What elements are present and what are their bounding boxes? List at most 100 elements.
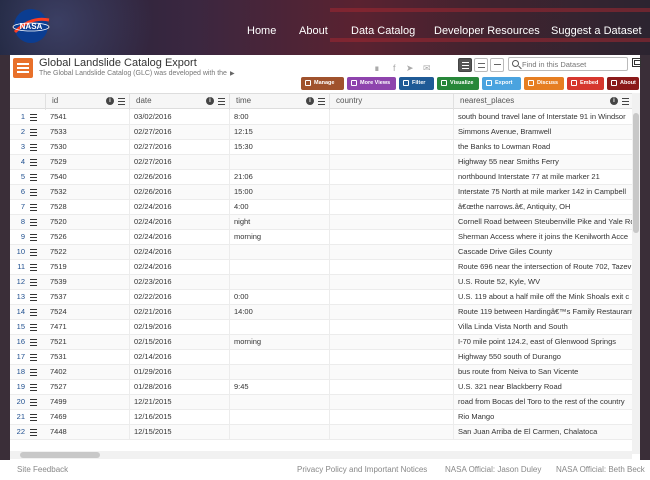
row-menu-icon[interactable] — [30, 204, 40, 211]
table-row[interactable]: 13 7537 02/22/2016 0:00 U.S. 119 about a hal… — [10, 290, 640, 305]
column-menu-icon[interactable] — [218, 98, 225, 105]
row-menu-icon[interactable] — [30, 324, 40, 331]
table-cell[interactable]: U.S. 321 near Blackberry Road — [454, 380, 634, 395]
table-cell[interactable] — [330, 365, 454, 380]
table-cell[interactable] — [230, 275, 330, 290]
table-row[interactable]: 3 7530 02/27/2016 15:30 the Banks to Lowman … — [10, 140, 640, 155]
row-menu-icon[interactable] — [30, 159, 40, 166]
table-cell[interactable]: U.S. 119 about a half mile off the Mink … — [454, 290, 634, 305]
nav-data-catalog[interactable]: Data Catalog — [351, 25, 415, 37]
table-row[interactable]: 17 7531 02/14/2016 Highway 550 south of Dur… — [10, 350, 640, 365]
more-views-button[interactable]: More Views — [347, 77, 396, 90]
table-row[interactable]: 14 7524 02/21/2016 14:00 Route 119 between H… — [10, 305, 640, 320]
table-row[interactable]: 21746912/16/2015Rio Mangola — [10, 410, 640, 425]
dataset-subtitle[interactable]: The Global Landslide Catalog (GLC) was d… — [39, 70, 235, 77]
table-cell[interactable] — [230, 245, 330, 260]
table-cell[interactable]: Interstate 75 North at mile marker 142 i… — [454, 185, 634, 200]
table-cell[interactable]: 7520 — [46, 215, 130, 230]
table-cell[interactable]: 7527 — [46, 380, 130, 395]
twitter-icon[interactable]: ➤ — [406, 63, 414, 74]
table-cell[interactable]: 15:00 — [230, 185, 330, 200]
site-feedback-link[interactable]: Site Feedback — [17, 465, 68, 474]
table-cell[interactable]: 7541 — [46, 110, 130, 125]
table-cell[interactable] — [230, 155, 330, 170]
table-cell[interactable]: 7532 — [46, 185, 130, 200]
table-cell[interactable]: Rio Mango — [454, 410, 634, 425]
vertical-scroll-thumb[interactable] — [633, 113, 639, 233]
table-cell[interactable]: 7402 — [46, 365, 130, 380]
column-header-id[interactable]: id i — [46, 94, 130, 110]
row-menu-icon[interactable] — [30, 294, 40, 301]
grid-view-button[interactable] — [490, 58, 504, 72]
table-cell[interactable]: road from Bocas del Toro to the rest of … — [454, 395, 634, 410]
row-number[interactable]: 17 — [10, 350, 28, 365]
table-cell[interactable]: 7519 — [46, 260, 130, 275]
info-icon[interactable]: i — [306, 97, 314, 105]
export-button[interactable]: Export — [482, 77, 521, 90]
row-menu-icon[interactable] — [30, 264, 40, 271]
table-cell[interactable]: 02/24/2016 — [130, 260, 230, 275]
table-cell[interactable]: Route 696 near the intersection of Route… — [454, 260, 634, 275]
table-cell[interactable]: 02/27/2016 — [130, 125, 230, 140]
page-view-button[interactable] — [474, 58, 488, 72]
table-cell[interactable]: Highway 550 south of Durango — [454, 350, 634, 365]
row-number[interactable]: 2 — [10, 125, 28, 140]
nav-about[interactable]: About — [299, 25, 328, 37]
column-header-time[interactable]: time i — [230, 94, 330, 110]
row-menu-icon[interactable] — [30, 279, 40, 286]
row-number[interactable]: 7 — [10, 200, 28, 215]
table-cell[interactable]: 14:00 — [230, 305, 330, 320]
table-cell[interactable]: â€œthe narrows.â€, Antiquity, OH — [454, 200, 634, 215]
rss-icon[interactable]: ∎ — [374, 63, 380, 74]
table-cell[interactable]: 7531 — [46, 350, 130, 365]
row-number[interactable]: 1 — [10, 110, 28, 125]
table-cell[interactable]: 02/22/2016 — [130, 290, 230, 305]
row-number[interactable]: 4 — [10, 155, 28, 170]
nav-suggest-dataset[interactable]: Suggest a Dataset — [551, 25, 642, 37]
table-row[interactable]: 20 7499 12/21/2015 road from Bocas del Toro… — [10, 395, 640, 410]
table-cell[interactable] — [330, 305, 454, 320]
table-row[interactable]: 15 7471 02/19/2016 Villa Linda Vista North … — [10, 320, 640, 335]
table-cell[interactable]: 7471 — [46, 320, 130, 335]
facebook-icon[interactable]: f — [393, 63, 396, 73]
column-menu-icon[interactable] — [622, 98, 629, 105]
row-number[interactable]: 18 — [10, 365, 28, 380]
row-menu-icon[interactable] — [30, 234, 40, 241]
table-cell[interactable]: 02/14/2016 — [130, 350, 230, 365]
table-row[interactable]: 22 7448 12/15/2015 San Juan Arriba de El Ca… — [10, 425, 640, 440]
table-cell[interactable]: Sherman Access where it joins the Kenilw… — [454, 230, 634, 245]
row-number[interactable]: 9 — [10, 230, 28, 245]
table-cell[interactable]: 7448 — [46, 425, 130, 440]
nasa-official-link-2[interactable]: NASA Official: Beth Beck — [556, 465, 645, 474]
row-menu-icon[interactable] — [30, 429, 40, 436]
nav-developer-resources[interactable]: Developer Resources — [434, 25, 540, 37]
table-cell[interactable]: 21:06 — [230, 170, 330, 185]
row-number[interactable]: 22 — [10, 425, 28, 440]
table-cell[interactable]: Villa Linda Vista North and South — [454, 320, 634, 335]
row-number[interactable]: 13 — [10, 290, 28, 305]
table-cell[interactable] — [330, 125, 454, 140]
row-number[interactable]: 12 — [10, 275, 28, 290]
table-row[interactable]: 16 7521 02/15/2016 morning I-70 mile point 1… — [10, 335, 640, 350]
table-cell[interactable]: 02/26/2016 — [130, 170, 230, 185]
table-cell[interactable] — [330, 200, 454, 215]
table-row[interactable]: 18 7402 01/29/2016 bus route from Neiva to … — [10, 365, 640, 380]
dataset-search-input[interactable] — [522, 58, 622, 70]
table-cell[interactable]: 7521 — [46, 335, 130, 350]
table-cell[interactable]: 7526 — [46, 230, 130, 245]
embed-button[interactable]: Embed — [567, 77, 604, 90]
table-cell[interactable]: 12/21/2015 — [130, 395, 230, 410]
table-view-button[interactable] — [458, 58, 472, 72]
table-cell[interactable] — [230, 350, 330, 365]
row-menu-icon[interactable] — [30, 309, 40, 316]
table-cell[interactable]: 01/28/2016 — [130, 380, 230, 395]
column-menu-icon[interactable] — [118, 98, 125, 105]
table-cell[interactable]: Cascade Drive Giles County — [454, 245, 634, 260]
table-cell[interactable] — [330, 140, 454, 155]
filter-button[interactable]: Filter — [399, 77, 434, 90]
row-menu-icon[interactable] — [30, 189, 40, 196]
table-cell[interactable]: 7533 — [46, 125, 130, 140]
dataset-search[interactable] — [508, 57, 628, 71]
column-header-country[interactable]: country — [330, 94, 454, 110]
table-cell[interactable]: 7528 — [46, 200, 130, 215]
